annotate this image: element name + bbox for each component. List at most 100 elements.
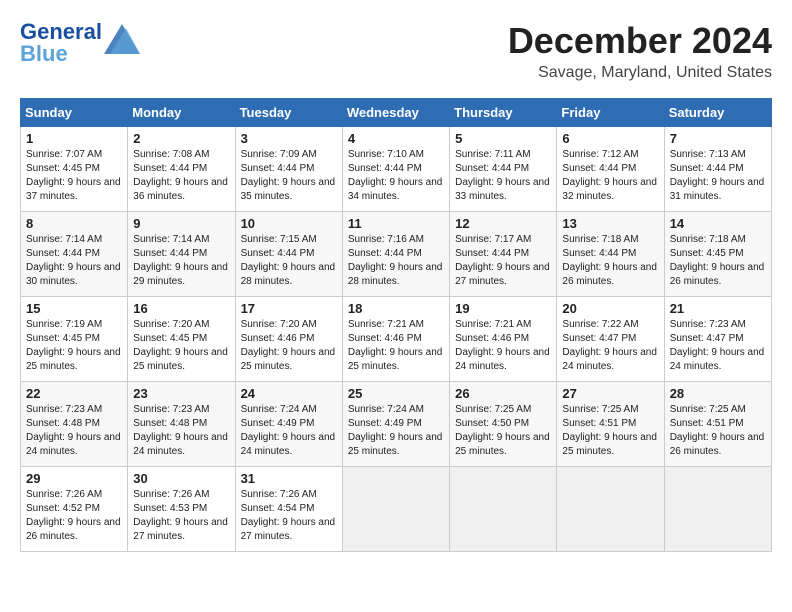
page-header: General Blue December 2024 Savage, Maryl…	[20, 20, 772, 82]
day-cell: 27 Sunrise: 7:25 AMSunset: 4:51 PMDayligh…	[557, 382, 664, 467]
day-number: 6	[562, 131, 658, 146]
day-cell: 2 Sunrise: 7:08 AMSunset: 4:44 PMDaylight…	[128, 127, 235, 212]
logo-blue: Blue	[20, 42, 102, 66]
day-number: 28	[670, 386, 766, 401]
day-number: 22	[26, 386, 122, 401]
day-info: Sunrise: 7:09 AMSunset: 4:44 PMDaylight:…	[241, 148, 337, 204]
day-info: Sunrise: 7:24 AMSunset: 4:49 PMDaylight:…	[348, 403, 444, 459]
col-tuesday: Tuesday	[235, 99, 342, 127]
day-info: Sunrise: 7:19 AMSunset: 4:45 PMDaylight:…	[26, 318, 122, 374]
day-cell: 24 Sunrise: 7:24 AMSunset: 4:49 PMDayligh…	[235, 382, 342, 467]
day-info: Sunrise: 7:25 AMSunset: 4:50 PMDaylight:…	[455, 403, 551, 459]
day-cell: 10 Sunrise: 7:15 AMSunset: 4:44 PMDayligh…	[235, 212, 342, 297]
day-number: 25	[348, 386, 444, 401]
day-info: Sunrise: 7:26 AMSunset: 4:52 PMDaylight:…	[26, 488, 122, 544]
day-cell: 1 Sunrise: 7:07 AMSunset: 4:45 PMDaylight…	[21, 127, 128, 212]
day-cell: 12Sunrise: 7:17 AMSunset: 4:44 PMDayligh…	[450, 212, 557, 297]
day-cell: 28Sunrise: 7:25 AMSunset: 4:51 PMDayligh…	[664, 382, 771, 467]
day-cell: 6 Sunrise: 7:12 AMSunset: 4:44 PMDaylight…	[557, 127, 664, 212]
day-cell: 21 Sunrise: 7:23 AMSunset: 4:47 PMDayligh…	[664, 297, 771, 382]
day-cell: 7Sunrise: 7:13 AMSunset: 4:44 PMDaylight…	[664, 127, 771, 212]
day-cell: 16 Sunrise: 7:20 AMSunset: 4:45 PMDayligh…	[128, 297, 235, 382]
week-row-1: 1 Sunrise: 7:07 AMSunset: 4:45 PMDaylight…	[21, 127, 772, 212]
day-cell: 8 Sunrise: 7:14 AMSunset: 4:44 PMDaylight…	[21, 212, 128, 297]
day-info: Sunrise: 7:26 AMSunset: 4:53 PMDaylight:…	[133, 488, 229, 544]
week-row-4: 22 Sunrise: 7:23 AMSunset: 4:48 PMDayligh…	[21, 382, 772, 467]
week-row-3: 15 Sunrise: 7:19 AMSunset: 4:45 PMDayligh…	[21, 297, 772, 382]
day-cell: 22 Sunrise: 7:23 AMSunset: 4:48 PMDayligh…	[21, 382, 128, 467]
day-info: Sunrise: 7:15 AMSunset: 4:44 PMDaylight:…	[241, 233, 337, 289]
day-info: Sunrise: 7:20 AMSunset: 4:45 PMDaylight:…	[133, 318, 229, 374]
day-number: 11	[348, 216, 444, 231]
day-number: 20	[562, 301, 658, 316]
day-info: Sunrise: 7:21 AMSunset: 4:46 PMDaylight:…	[348, 318, 444, 374]
day-info: Sunrise: 7:25 AMSunset: 4:51 PMDaylight:…	[562, 403, 658, 459]
day-cell	[664, 467, 771, 552]
col-sunday: Sunday	[21, 99, 128, 127]
day-number: 27	[562, 386, 658, 401]
day-number: 3	[241, 131, 337, 146]
month-title: December 2024	[508, 20, 772, 62]
day-number: 1	[26, 131, 122, 146]
day-cell: 3 Sunrise: 7:09 AMSunset: 4:44 PMDaylight…	[235, 127, 342, 212]
day-cell: 15 Sunrise: 7:19 AMSunset: 4:45 PMDayligh…	[21, 297, 128, 382]
col-thursday: Thursday	[450, 99, 557, 127]
day-number: 4	[348, 131, 444, 146]
day-info: Sunrise: 7:11 AMSunset: 4:44 PMDaylight:…	[455, 148, 551, 204]
day-cell	[342, 467, 449, 552]
day-number: 30	[133, 471, 229, 486]
day-info: Sunrise: 7:07 AMSunset: 4:45 PMDaylight:…	[26, 148, 122, 204]
day-info: Sunrise: 7:16 AMSunset: 4:44 PMDaylight:…	[348, 233, 444, 289]
day-cell: 23Sunrise: 7:23 AMSunset: 4:48 PMDayligh…	[128, 382, 235, 467]
day-cell: 4 Sunrise: 7:10 AMSunset: 4:44 PMDaylight…	[342, 127, 449, 212]
day-info: Sunrise: 7:20 AMSunset: 4:46 PMDaylight:…	[241, 318, 337, 374]
day-number: 16	[133, 301, 229, 316]
day-number: 24	[241, 386, 337, 401]
day-number: 14	[670, 216, 766, 231]
day-number: 8	[26, 216, 122, 231]
day-cell: 19 Sunrise: 7:21 AMSunset: 4:46 PMDayligh…	[450, 297, 557, 382]
logo: General Blue	[20, 20, 140, 66]
day-number: 10	[241, 216, 337, 231]
day-number: 9	[133, 216, 229, 231]
day-info: Sunrise: 7:10 AMSunset: 4:44 PMDaylight:…	[348, 148, 444, 204]
day-info: Sunrise: 7:18 AMSunset: 4:44 PMDaylight:…	[562, 233, 658, 289]
day-number: 13	[562, 216, 658, 231]
day-cell: 11 Sunrise: 7:16 AMSunset: 4:44 PMDayligh…	[342, 212, 449, 297]
day-info: Sunrise: 7:23 AMSunset: 4:48 PMDaylight:…	[26, 403, 122, 459]
location: Savage, Maryland, United States	[508, 64, 772, 82]
logo-icon	[104, 24, 140, 54]
day-info: Sunrise: 7:14 AMSunset: 4:44 PMDaylight:…	[133, 233, 229, 289]
day-info: Sunrise: 7:12 AMSunset: 4:44 PMDaylight:…	[562, 148, 658, 204]
day-info: Sunrise: 7:21 AMSunset: 4:46 PMDaylight:…	[455, 318, 551, 374]
day-number: 23	[133, 386, 229, 401]
day-cell	[557, 467, 664, 552]
day-cell: 26 Sunrise: 7:25 AMSunset: 4:50 PMDayligh…	[450, 382, 557, 467]
day-cell: 25 Sunrise: 7:24 AMSunset: 4:49 PMDayligh…	[342, 382, 449, 467]
day-cell	[450, 467, 557, 552]
day-info: Sunrise: 7:08 AMSunset: 4:44 PMDaylight:…	[133, 148, 229, 204]
day-number: 5	[455, 131, 551, 146]
day-cell: 31 Sunrise: 7:26 AMSunset: 4:54 PMDayligh…	[235, 467, 342, 552]
day-number: 21	[670, 301, 766, 316]
week-row-5: 29Sunrise: 7:26 AMSunset: 4:52 PMDayligh…	[21, 467, 772, 552]
day-cell: 20 Sunrise: 7:22 AMSunset: 4:47 PMDayligh…	[557, 297, 664, 382]
day-number: 2	[133, 131, 229, 146]
day-info: Sunrise: 7:17 AMSunset: 4:44 PMDaylight:…	[455, 233, 551, 289]
col-friday: Friday	[557, 99, 664, 127]
day-info: Sunrise: 7:22 AMSunset: 4:47 PMDaylight:…	[562, 318, 658, 374]
day-info: Sunrise: 7:14 AMSunset: 4:44 PMDaylight:…	[26, 233, 122, 289]
day-number: 26	[455, 386, 551, 401]
day-number: 31	[241, 471, 337, 486]
day-info: Sunrise: 7:23 AMSunset: 4:47 PMDaylight:…	[670, 318, 766, 374]
day-cell: 13 Sunrise: 7:18 AMSunset: 4:44 PMDayligh…	[557, 212, 664, 297]
col-wednesday: Wednesday	[342, 99, 449, 127]
day-info: Sunrise: 7:24 AMSunset: 4:49 PMDaylight:…	[241, 403, 337, 459]
day-number: 15	[26, 301, 122, 316]
week-row-2: 8 Sunrise: 7:14 AMSunset: 4:44 PMDaylight…	[21, 212, 772, 297]
day-number: 19	[455, 301, 551, 316]
calendar-table: SundayMondayTuesdayWednesdayThursdayFrid…	[20, 98, 772, 552]
header-row: SundayMondayTuesdayWednesdayThursdayFrid…	[21, 99, 772, 127]
day-info: Sunrise: 7:26 AMSunset: 4:54 PMDaylight:…	[241, 488, 337, 544]
day-cell: 30 Sunrise: 7:26 AMSunset: 4:53 PMDayligh…	[128, 467, 235, 552]
